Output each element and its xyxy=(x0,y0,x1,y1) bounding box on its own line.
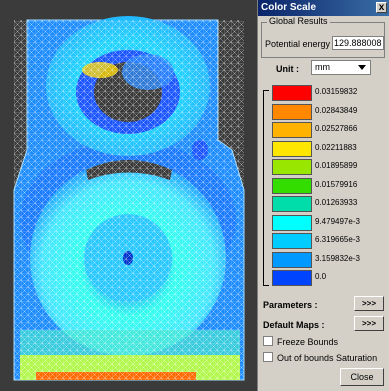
freeze-bounds-checkbox[interactable] xyxy=(263,336,273,346)
close-icon[interactable]: x xyxy=(376,2,387,13)
color-scale-panel: Color Scale x Global Results Potential e… xyxy=(257,0,389,391)
scale-swatch xyxy=(272,122,312,138)
scale-tick-label: 6.319665e-3 xyxy=(315,235,360,244)
title-bar: Color Scale x xyxy=(258,0,389,16)
scale-swatch xyxy=(272,85,312,101)
fea-mesh-render xyxy=(13,16,245,381)
scale-tick-label: 0.03159832 xyxy=(315,87,358,96)
default-maps-button[interactable]: >>> xyxy=(354,316,384,331)
unit-label: Unit : xyxy=(276,64,299,74)
scale-swatch xyxy=(272,177,312,194)
parameters-label: Parameters : xyxy=(263,300,318,310)
window-title: Color Scale xyxy=(261,2,317,13)
scale-tick-label: 0.02527866 xyxy=(315,124,358,133)
scale-tick-label: 0.02211883 xyxy=(315,142,357,152)
close-button[interactable]: Close xyxy=(340,368,384,386)
freeze-bounds-option[interactable]: Freeze Bounds xyxy=(263,336,338,347)
out-of-bounds-label: Out of bounds Saturation xyxy=(277,353,378,363)
chevron-down-icon xyxy=(358,65,366,70)
scale-swatch xyxy=(272,196,312,212)
scale-swatch xyxy=(272,159,312,175)
scale-tick-label: 0.01579916 xyxy=(315,179,358,189)
out-of-bounds-checkbox[interactable] xyxy=(263,352,273,362)
scale-swatch xyxy=(272,140,312,157)
unit-value: mm xyxy=(315,62,330,72)
out-of-bounds-option[interactable]: Out of bounds Saturation xyxy=(263,352,377,363)
scale-bracket xyxy=(263,90,269,286)
scale-tick-label: 0.01263933 xyxy=(315,198,358,207)
mesh-viewport[interactable] xyxy=(0,0,255,391)
potential-energy-label: Potential energy xyxy=(265,39,331,49)
scale-tick-label: 0.0 xyxy=(315,272,327,281)
scale-swatch xyxy=(272,270,312,286)
scale-tick-label: 0.01895899 xyxy=(315,161,358,170)
scale-tick-label: 9.479497e-3 xyxy=(315,216,360,226)
scale-tick-label: 0.02843849 xyxy=(315,105,358,115)
unit-select[interactable]: mm xyxy=(311,60,371,75)
scale-swatch xyxy=(272,251,312,268)
scale-tick-label: 3.159832e-3 xyxy=(315,253,360,263)
freeze-bounds-label: Freeze Bounds xyxy=(277,337,339,347)
global-results-group: Global Results Potential energy 129.8880… xyxy=(261,16,385,58)
color-scale-bar: 0.03159832 0.02843849 0.02527866 0.02211883… xyxy=(272,85,360,291)
scale-swatch xyxy=(272,103,312,120)
parameters-button[interactable]: >>> xyxy=(354,296,384,311)
scale-swatch xyxy=(272,233,312,249)
default-maps-label: Default Maps : xyxy=(263,320,325,330)
scale-swatch xyxy=(272,214,312,231)
potential-energy-field[interactable]: 129.888008 J xyxy=(332,36,384,50)
global-results-title: Global Results xyxy=(267,16,330,26)
